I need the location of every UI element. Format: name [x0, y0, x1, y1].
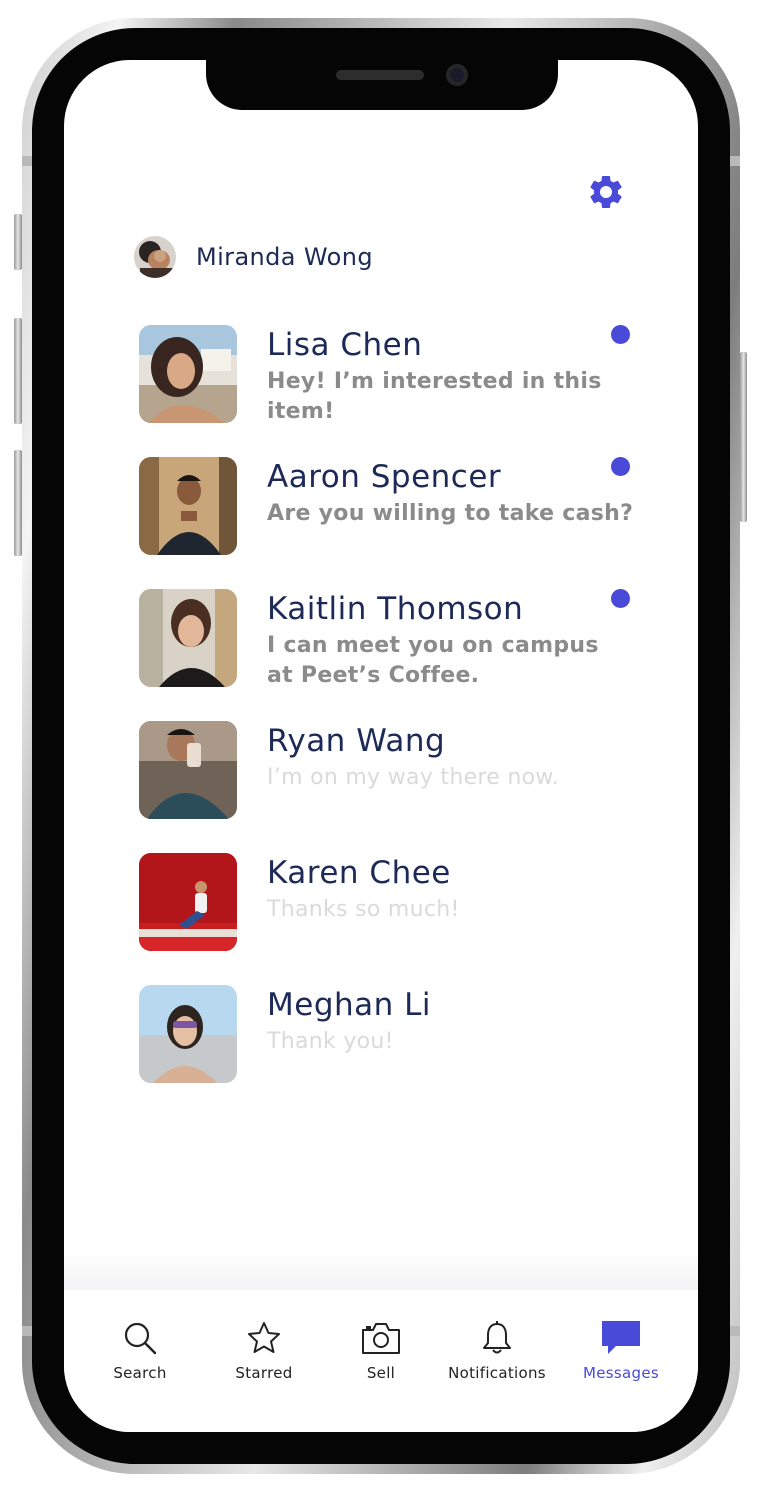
tab-notifications[interactable]: Notifications [431, 1320, 563, 1390]
unread-indicator [611, 589, 630, 608]
earpiece-speaker [336, 70, 424, 80]
message-preview: Are you willing to take cash? [267, 501, 634, 526]
message-preview: Hey! I’m interested in this item! [267, 369, 602, 424]
tab-label: Starred [235, 1364, 293, 1382]
camera-icon [362, 1323, 400, 1354]
contact-photo [139, 325, 237, 423]
antenna-band [22, 1326, 32, 1336]
tab-bar: Search Starred Sell Notifications Messag… [64, 1290, 698, 1432]
tab-label: Notifications [448, 1364, 546, 1382]
message-preview: I’m on my way there now. [267, 765, 559, 790]
contact-name: Kaitlin Thomson [267, 591, 524, 627]
conversation-item[interactable]: Lisa Chen Hey! I’m interested in this it… [139, 325, 659, 425]
antenna-band [730, 1326, 740, 1336]
power-button [740, 352, 747, 522]
unread-indicator [611, 457, 630, 476]
message-preview: I can meet you on campus at Peet’s Coffe… [267, 633, 599, 688]
tab-starred[interactable]: Starred [204, 1320, 324, 1390]
contact-name: Karen Chee [267, 855, 451, 891]
user-avatar [134, 236, 176, 278]
message-preview: Thank you! [267, 1029, 394, 1054]
antenna-band [730, 156, 740, 166]
current-user[interactable]: Miranda Wong [134, 236, 373, 278]
contact-photo [139, 589, 237, 687]
conversation-item[interactable]: Aaron Spencer Are you willing to take ca… [139, 457, 659, 557]
bell-icon [483, 1321, 511, 1354]
tab-sell[interactable]: Sell [321, 1320, 441, 1390]
user-name: Miranda Wong [196, 243, 373, 271]
tab-label: Sell [366, 1364, 396, 1382]
conversation-item[interactable]: Karen Chee Thanks so much! [139, 853, 659, 953]
tabbar-shadow [64, 1250, 698, 1290]
search-icon [124, 1322, 157, 1355]
star-icon [248, 1322, 280, 1353]
tab-search[interactable]: Search [80, 1320, 200, 1390]
contact-name: Meghan Li [267, 987, 432, 1023]
tab-label: Messages [583, 1364, 659, 1382]
tab-label: Search [113, 1364, 167, 1382]
contact-photo [139, 457, 237, 555]
gear-icon[interactable] [586, 172, 626, 212]
contact-name: Aaron Spencer [267, 459, 502, 495]
antenna-band [22, 156, 32, 166]
contact-photo [139, 985, 237, 1083]
conversation-item[interactable]: Meghan Li Thank you! [139, 985, 659, 1085]
message-icon [602, 1321, 640, 1354]
tab-messages[interactable]: Messages [561, 1320, 681, 1390]
conversation-item[interactable]: Kaitlin Thomson I can meet you on campus… [139, 589, 659, 689]
front-camera [446, 64, 468, 86]
message-preview: Thanks so much! [267, 897, 460, 922]
contact-name: Ryan Wang [267, 723, 446, 759]
conversation-item[interactable]: Ryan Wang I’m on my way there now. [139, 721, 659, 821]
screen: Miranda Wong Lisa Chen Hey! I’m interest… [64, 60, 698, 1432]
contact-photo [139, 853, 237, 951]
contact-photo [139, 721, 237, 819]
notch [206, 60, 558, 110]
volume-up-button [14, 318, 22, 424]
contact-name: Lisa Chen [267, 327, 423, 363]
mute-switch [14, 214, 22, 270]
volume-down-button [14, 450, 22, 556]
unread-indicator [611, 325, 630, 344]
